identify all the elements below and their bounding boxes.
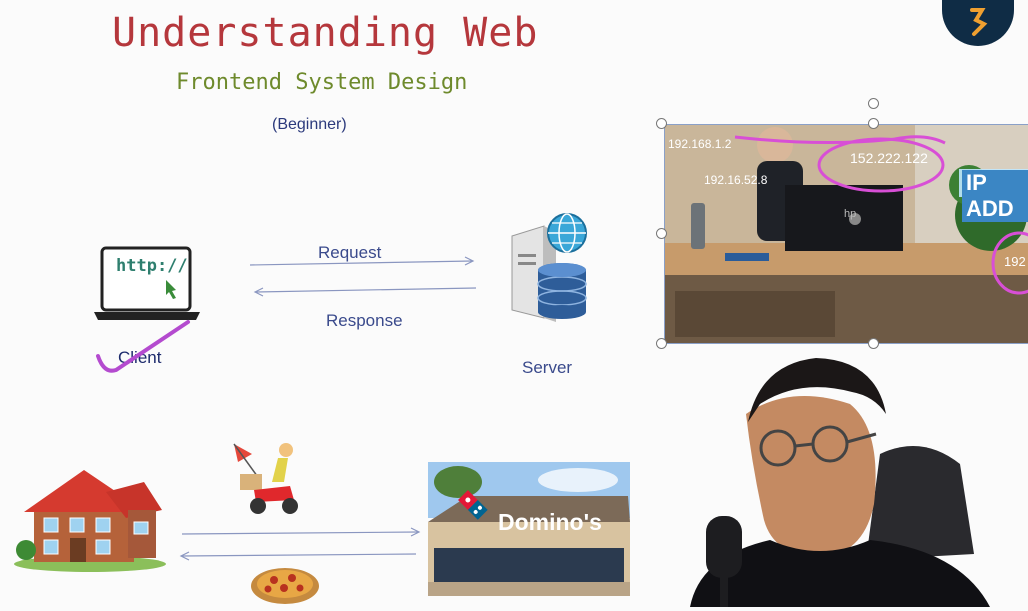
server-label: Server — [522, 358, 573, 377]
store-sign-text: Domino's — [498, 509, 602, 535]
presenter-webcam — [630, 344, 1028, 607]
delivery-scooter-icon — [230, 440, 300, 516]
slide-subtitle: Frontend System Design — [176, 70, 468, 95]
selection-handle[interactable] — [656, 228, 667, 239]
ip-address-photo[interactable] — [664, 124, 1028, 344]
selection-handle[interactable] — [656, 118, 667, 129]
brand-logo-icon — [942, 0, 1014, 46]
annotation-checkmark — [96, 320, 190, 373]
slide-level: (Beginner) — [272, 116, 347, 133]
laptop-brand-text: hp — [844, 208, 857, 220]
selection-handle[interactable] — [868, 98, 879, 109]
delivery-arrows — [179, 527, 421, 561]
ip-label-3: 152.222.122 — [850, 150, 928, 166]
ip-label-1: 192.168.1.2 — [668, 137, 732, 151]
house-icon — [10, 462, 168, 572]
pizza-icon — [248, 562, 322, 606]
slide-title: Understanding Web — [112, 10, 539, 56]
ip-label-2: 192.16.52.8 — [704, 173, 768, 187]
selection-handle[interactable] — [868, 118, 879, 129]
browser-url-text: http:// — [116, 256, 188, 276]
ip-address-banner: IP ADD — [962, 170, 1028, 222]
ip-label-4: 192 — [1004, 254, 1026, 269]
response-label: Response — [326, 311, 403, 330]
globe-icon — [546, 212, 588, 254]
request-response-arrows — [249, 256, 477, 297]
